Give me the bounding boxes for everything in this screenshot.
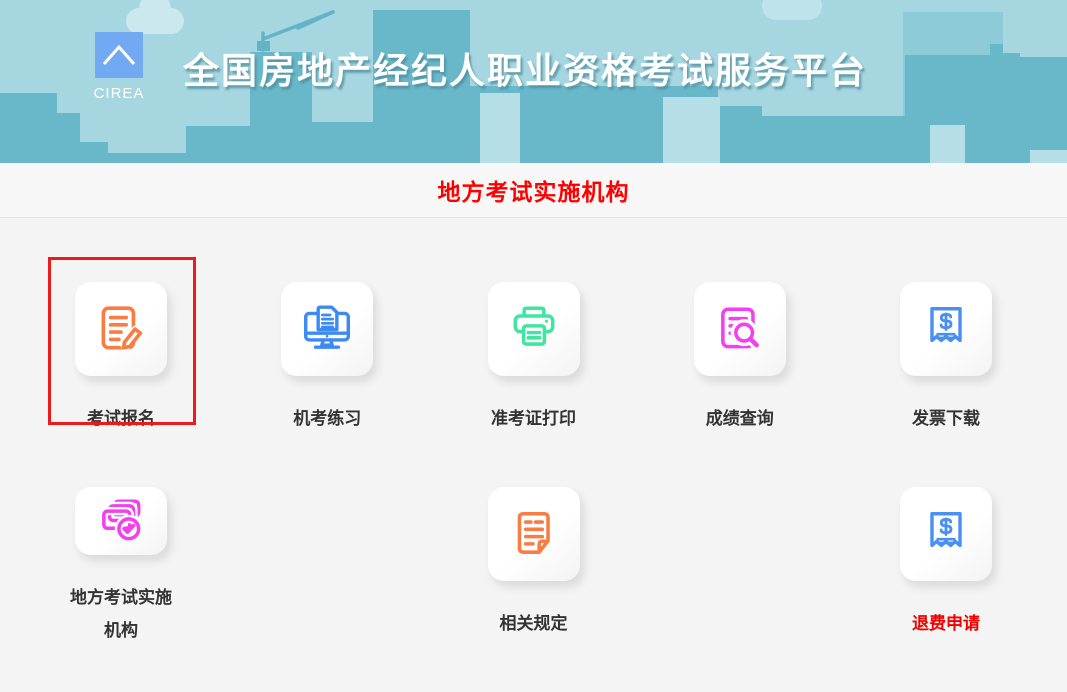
card-tile [75, 487, 167, 555]
card-label: 机考练习 [293, 403, 361, 435]
card-computer-practice[interactable]: 机考练习 [243, 282, 411, 442]
card-local-exam-agencies[interactable]: 地方考试实施机构 [37, 487, 205, 647]
card-refund-application[interactable]: 退费申请 [862, 487, 1030, 647]
cloud-icon [762, 0, 822, 20]
card-exam-registration[interactable]: 考试报名 [37, 282, 205, 442]
cirea-logo[interactable] [95, 32, 143, 78]
logo-text: CIREA [88, 85, 150, 102]
document-lines-icon [507, 507, 561, 561]
card-label: 退费申请 [912, 608, 980, 640]
card-tile [281, 282, 373, 376]
roof-icon [102, 44, 136, 66]
card-label: 发票下载 [912, 403, 980, 435]
invoice-icon [919, 302, 973, 356]
card-tile [900, 282, 992, 376]
section-heading: 地方考试实施机构 [438, 173, 630, 207]
card-tile [900, 487, 992, 581]
selection-highlight-box [48, 257, 196, 425]
card-tile [694, 282, 786, 376]
card-tile [488, 487, 580, 581]
card-admission-ticket-print[interactable]: 准考证打印 [450, 282, 618, 442]
document-search-icon [713, 302, 767, 356]
section-heading-bar: 地方考试实施机构 [0, 163, 1067, 218]
card-tile [488, 282, 580, 376]
service-card-grid: 考试报名 机考练习 [0, 218, 1067, 692]
printer-icon [507, 302, 561, 356]
card-label: 准考证打印 [491, 403, 576, 435]
cards-check-icon [94, 494, 148, 548]
refund-invoice-icon [919, 507, 973, 561]
card-label: 相关规定 [500, 608, 568, 640]
cloud-icon [126, 8, 184, 34]
card-score-inquiry[interactable]: 成绩查询 [656, 282, 824, 442]
page-title: 全国房地产经纪人职业资格考试服务平台 [183, 42, 867, 94]
card-invoice-download[interactable]: 发票下载 [862, 282, 1030, 442]
card-label: 地方考试实施机构 [65, 582, 177, 647]
card-label: 成绩查询 [706, 403, 774, 435]
card-regulations[interactable]: 相关规定 [450, 487, 618, 647]
page-header: CIREA 全国房地产经纪人职业资格考试服务平台 [0, 0, 1067, 163]
computer-exam-icon [300, 302, 354, 356]
